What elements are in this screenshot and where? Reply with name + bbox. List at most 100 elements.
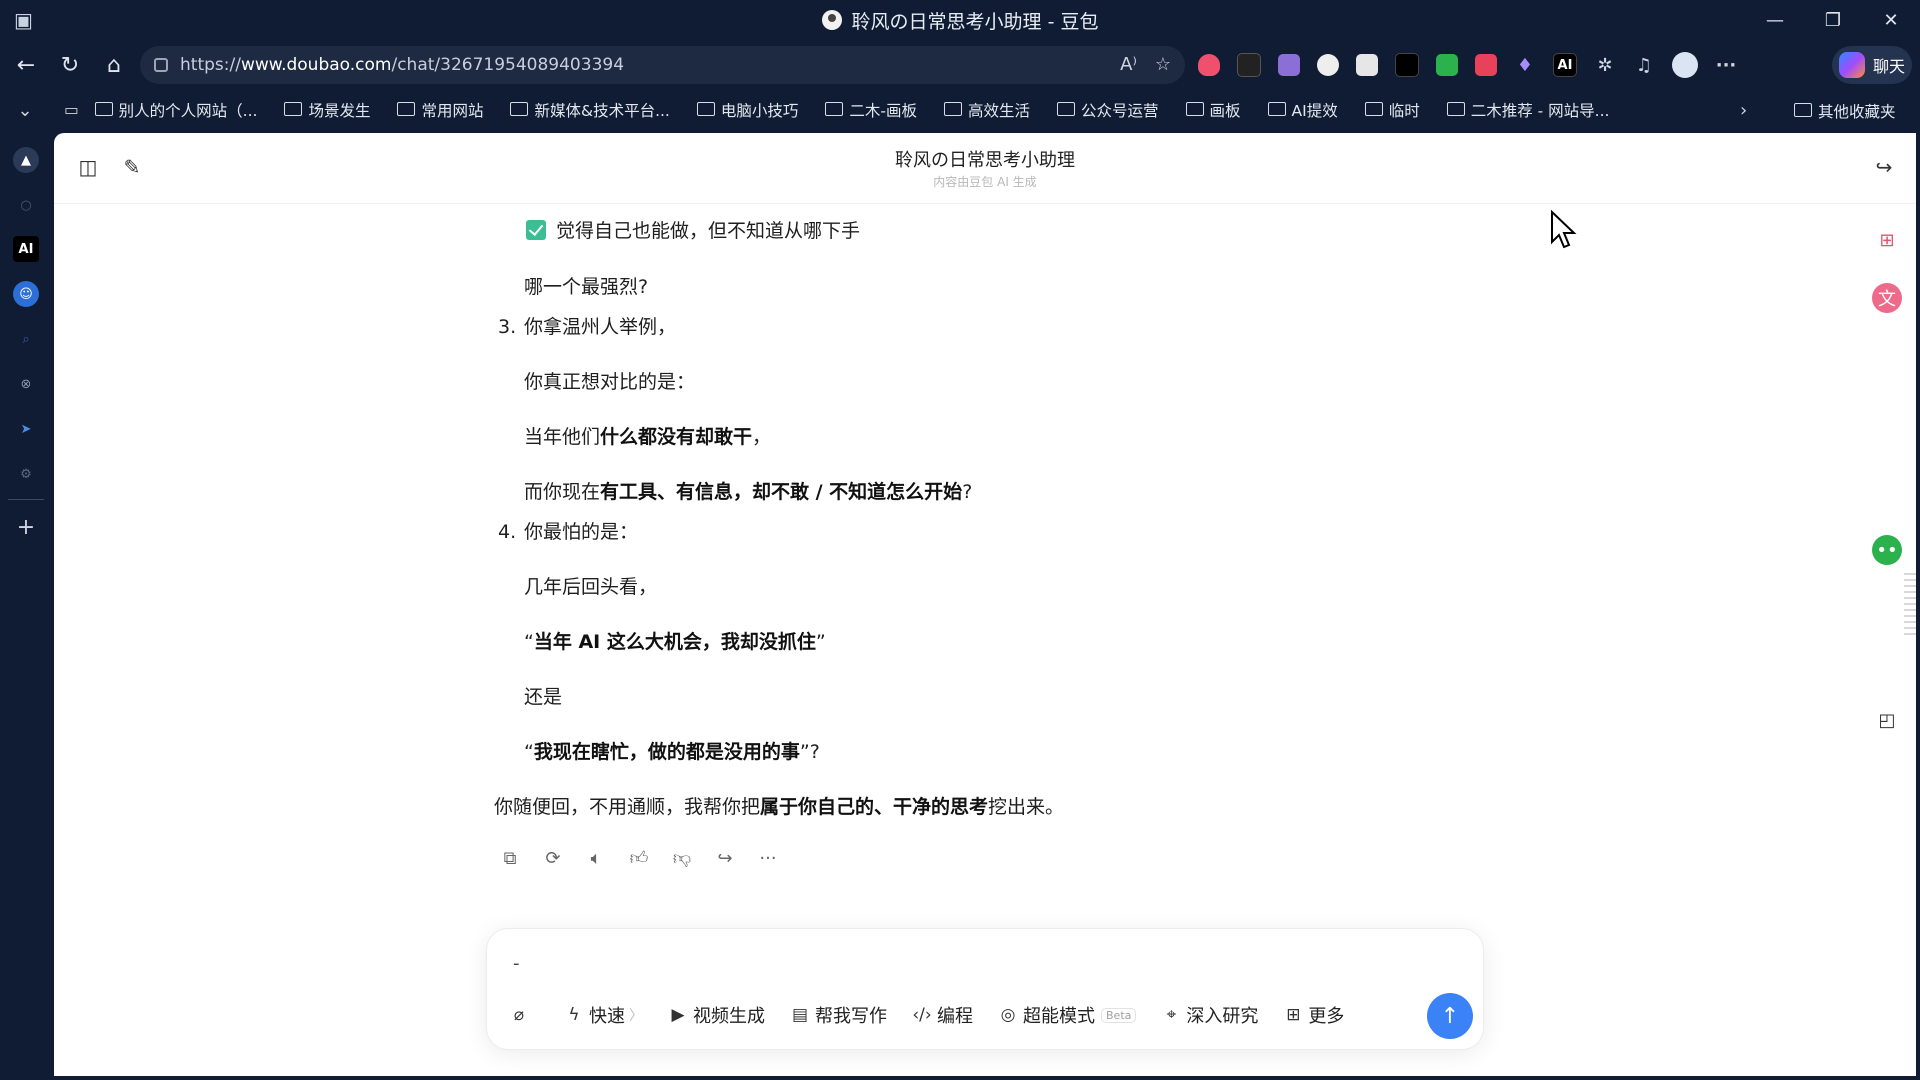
restore-button[interactable]: ❐ (1804, 0, 1862, 40)
bookmark-folder[interactable]: 新媒体&技术平台... (510, 99, 670, 121)
reading-list-icon[interactable]: ▭ (64, 101, 79, 119)
send-button[interactable]: ↑ (1427, 993, 1473, 1039)
rail-ai-icon[interactable]: AI (13, 236, 39, 262)
rail-circle-icon[interactable]: ○ (13, 192, 39, 218)
chat-title: 聆风の日常思考小助理 (895, 150, 1075, 171)
bookmark-folder[interactable]: 画板 (1185, 99, 1241, 121)
code-icon: ‹/› (912, 1005, 932, 1025)
favorite-star-icon[interactable]: ☆ (1155, 54, 1171, 75)
rail-divider (8, 499, 44, 500)
browser-toolbar: ← ↻ ⌂ https://www.doubao.com/chat/326719… (0, 40, 1920, 90)
thumbs-up-icon[interactable]: 👍︎ (627, 846, 651, 870)
folder-icon (1185, 102, 1204, 116)
extension-ai-logo-icon[interactable]: AI (1553, 53, 1577, 77)
reload-button[interactable]: ↻ (48, 43, 92, 87)
extension-window-icon[interactable] (1278, 54, 1300, 76)
more-actions-icon[interactable]: ··· (756, 846, 780, 870)
copy-icon[interactable]: ⧉ (498, 846, 522, 870)
bookmarks-overflow-chevron-icon[interactable]: › (1740, 100, 1747, 121)
folder-icon (397, 102, 416, 116)
closing-line: 你随便回，不用通顺，我帮你把属于你自己的、干净的思考挖出来。 (494, 796, 1065, 818)
folder-icon (1056, 102, 1075, 116)
rail-add-icon[interactable]: + (13, 514, 39, 540)
scroll-grip-handle[interactable] (1904, 573, 1916, 637)
translate-icon[interactable]: 文 (1872, 283, 1902, 313)
right-toolbar: ⊞ 文 •• ◰ (1856, 133, 1916, 1076)
sidebar-collapse-icon[interactable]: ⌄ (0, 100, 50, 121)
help-write-button[interactable]: ▤ 帮我写作 (790, 1002, 887, 1028)
message-input[interactable] (511, 947, 1415, 979)
address-bar[interactable]: https://www.doubao.com/chat/326719540894… (140, 46, 1185, 84)
bookmark-folder[interactable]: 二木-画板 (825, 99, 917, 121)
rail-triangle-icon[interactable]: ▲ (13, 147, 39, 173)
bookmark-folder[interactable]: 别人的个人网站（... (94, 99, 257, 121)
folder-icon (825, 102, 844, 116)
play-icon: ▶ (671, 1005, 685, 1025)
window-controls: — ❐ ✕ (1746, 0, 1920, 40)
media-control-icon[interactable]: ♫ (1633, 54, 1655, 76)
bookmark-folder[interactable]: 高效生活 (943, 99, 1030, 121)
quick-mode-button[interactable]: ϟ 快速〉 (564, 1002, 643, 1028)
video-generate-button[interactable]: ▶ 视频生成 (668, 1002, 765, 1028)
bookmark-folder[interactable]: AI提效 (1267, 99, 1338, 121)
extension-avatar-icon[interactable] (1317, 54, 1339, 76)
profile-avatar[interactable] (1672, 52, 1698, 78)
browser-sidebar: ▲ ○ AI ☺ ⌕ ⊗ ➤ ⚙ + (0, 130, 52, 1080)
assistant-bot-icon[interactable]: •• (1872, 535, 1902, 565)
item3-line-1: 你真正想对比的是： (524, 371, 696, 393)
more-menu-icon[interactable]: ··· (1715, 54, 1737, 76)
lightning-icon: ϟ (568, 1005, 580, 1025)
ai-assistant-icon[interactable]: ◰ (1872, 705, 1902, 735)
bookmark-folder[interactable]: 二木推荐 - 网站导... (1446, 99, 1609, 121)
window-title: 聆风の日常思考小助理 - 豆包 (851, 10, 1099, 33)
more-tools-button[interactable]: ⊞ 更多 (1283, 1002, 1344, 1028)
apps-grid-icon[interactable]: ⊞ (1872, 225, 1902, 255)
rail-send-icon[interactable]: ➤ (13, 416, 39, 442)
other-favorites-folder[interactable]: 其他收藏夹 (1794, 100, 1896, 122)
rail-globe-icon[interactable]: ⊗ (13, 371, 39, 397)
close-button[interactable]: ✕ (1862, 0, 1920, 40)
lock-icon[interactable] (154, 58, 168, 72)
extension-m-icon[interactable] (1395, 53, 1419, 77)
telescope-icon: ⌖ (1166, 1005, 1177, 1025)
workspaces-icon[interactable]: ▣ (14, 9, 36, 31)
question-strongest: 哪一个最强烈? (524, 276, 649, 298)
read-aloud-icon[interactable]: A⁾ (1120, 54, 1137, 75)
copilot-chat-button[interactable]: 聊天 (1832, 46, 1912, 84)
back-button[interactable]: ← (4, 43, 48, 87)
attach-button[interactable]: ⌀ (509, 1005, 534, 1025)
bookmark-folder[interactable]: 公众号运营 (1056, 99, 1159, 121)
speaker-icon[interactable]: 🔈︎ (584, 846, 608, 870)
checked-line: 觉得自己也能做，但不知道从哪下手 (526, 217, 1286, 245)
bookmark-list: 别人的个人网站（... 场景发生 常用网站 新媒体&技术平台... 电脑小技巧 … (94, 99, 1637, 121)
extension-translate-icon[interactable] (1475, 54, 1497, 76)
message-actions: ⧉ ⟳ 🔈︎ 👍︎ 👎︎ ↪ ··· (498, 846, 780, 870)
home-button[interactable]: ⌂ (92, 43, 136, 87)
folder-icon (943, 102, 962, 116)
extension-ai-icon[interactable] (1237, 53, 1261, 77)
coding-button[interactable]: ‹/› 编程 (912, 1002, 973, 1028)
regenerate-icon[interactable]: ⟳ (541, 846, 565, 870)
bookmark-folder[interactable]: 场景发生 (284, 99, 370, 121)
folder-icon (284, 102, 303, 116)
rail-gear-icon[interactable]: ⚙ (13, 461, 39, 487)
super-mode-button[interactable]: ◎ 超能模式 Beta (998, 1002, 1137, 1028)
extensions-puzzle-icon[interactable]: ✲ (1594, 54, 1616, 76)
bookmark-folder[interactable]: 电脑小技巧 (696, 99, 798, 121)
extension-card-icon[interactable] (1356, 54, 1378, 76)
extension-wechat-icon[interactable] (1436, 54, 1458, 76)
bookmark-folder[interactable]: 临时 (1364, 99, 1420, 121)
rail-doubao-avatar-icon[interactable]: ☺ (13, 281, 39, 307)
thumbs-down-icon[interactable]: 👎︎ (670, 846, 694, 870)
minimize-button[interactable]: — (1746, 0, 1804, 40)
bookmark-folder[interactable]: 常用网站 (397, 99, 483, 121)
share-message-icon[interactable]: ↪ (713, 846, 737, 870)
item4-line-1: 几年后回头看， (524, 576, 658, 598)
rail-search-icon[interactable]: ⌕ (13, 326, 39, 352)
composer-tools: ⌀ ϟ 快速〉 ▶ 视频生成 ▤ 帮我写作 ‹/› 编程 ◎ 超能模式 Beta ⌖ 深入研究… (509, 1002, 1369, 1028)
item4-line-2: “当年 AI 这么大机会，我却没抓住” (524, 631, 826, 653)
extension-pocket-icon[interactable] (1198, 54, 1220, 76)
deep-research-button[interactable]: ⌖ 深入研究 (1161, 1002, 1259, 1028)
extension-crystal-icon[interactable]: ♦ (1514, 54, 1536, 76)
folder-icon (696, 102, 715, 116)
